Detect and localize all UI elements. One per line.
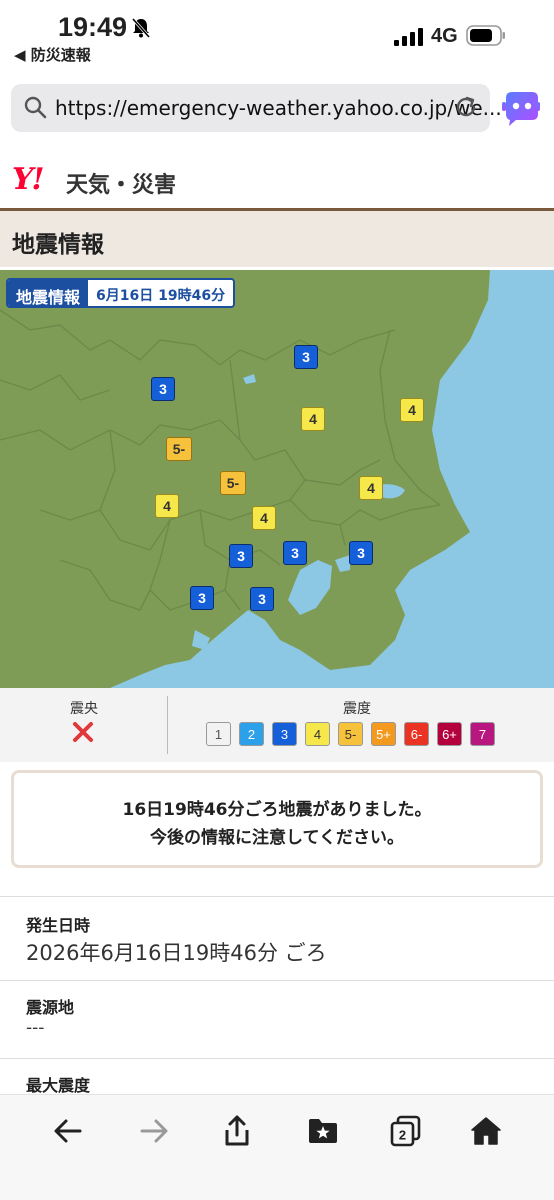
scale-box: 2 bbox=[239, 722, 264, 746]
intensity-marker[interactable]: 3 bbox=[349, 541, 373, 565]
back-arrow-icon[interactable] bbox=[50, 1113, 86, 1149]
map-background bbox=[0, 270, 554, 688]
scale-box: 5- bbox=[338, 722, 363, 746]
epicenter-value: --- bbox=[26, 1018, 45, 1038]
earthquake-map[interactable]: 地震情報 6月16日 19時46分 3 3 4 4 5- 5- 4 4 4 3 … bbox=[0, 270, 554, 688]
intensity-marker[interactable]: 4 bbox=[359, 476, 383, 500]
scale-box: 7 bbox=[470, 722, 495, 746]
search-icon bbox=[24, 96, 47, 119]
scale-box: 5+ bbox=[371, 722, 396, 746]
map-label: 地震情報 6月16日 19時46分 bbox=[6, 278, 236, 308]
epicenter-cross-icon bbox=[73, 722, 93, 742]
scale-box: 4 bbox=[305, 722, 330, 746]
mute-bell-icon bbox=[131, 18, 151, 38]
yahoo-logo[interactable]: Y! bbox=[12, 162, 45, 197]
detail-divider bbox=[0, 980, 554, 981]
forward-arrow-icon[interactable] bbox=[136, 1113, 172, 1149]
scale-box: 1 bbox=[206, 722, 231, 746]
notice-line-1: 16日19時46分ごろ地震がありました。 bbox=[122, 800, 432, 820]
site-title[interactable]: 天気・災害 bbox=[66, 167, 176, 199]
intensity-marker[interactable]: 3 bbox=[250, 587, 274, 611]
status-time: 19:49 bbox=[58, 12, 128, 42]
intensity-marker[interactable]: 4 bbox=[252, 506, 276, 530]
occurrence-time-value: 2026年6月16日19時46分 ごろ bbox=[26, 941, 327, 965]
site-header: Y! 天気・災害 bbox=[0, 150, 554, 208]
page-title-bar: 地震情報 bbox=[0, 211, 554, 267]
back-to-app-link[interactable]: ◀ 防災速報 bbox=[14, 44, 91, 65]
notice-line-2: 今後の情報に注意してください。 bbox=[150, 828, 404, 848]
page-title: 地震情報 bbox=[12, 232, 104, 258]
assistant-icon[interactable] bbox=[500, 88, 542, 128]
detail-divider bbox=[0, 896, 554, 897]
bookmarks-icon[interactable] bbox=[305, 1113, 341, 1149]
intensity-legend-title: 震度 bbox=[343, 701, 371, 717]
intensity-marker[interactable]: 4 bbox=[301, 407, 325, 431]
share-icon[interactable] bbox=[219, 1113, 255, 1149]
occurrence-time-label: 発生日時 bbox=[26, 916, 91, 935]
intensity-marker[interactable]: 3 bbox=[151, 377, 175, 401]
intensity-marker[interactable]: 5- bbox=[166, 437, 192, 461]
intensity-marker[interactable]: 4 bbox=[400, 398, 424, 422]
map-label-title: 地震情報 bbox=[8, 280, 89, 306]
address-bar[interactable]: https://emergency-weather.yahoo.co.jp/we… bbox=[11, 84, 502, 132]
home-icon[interactable] bbox=[468, 1113, 504, 1149]
tabs-count: 2 bbox=[399, 1128, 406, 1143]
scale-box: 6+ bbox=[437, 722, 462, 746]
detail-divider bbox=[0, 1058, 554, 1059]
epicenter-label: 震源地 bbox=[26, 998, 75, 1017]
status-bar: 19:49 ◀ 防災速報 4G bbox=[0, 0, 554, 66]
url-text[interactable]: https://emergency-weather.yahoo.co.jp/we… bbox=[55, 96, 502, 120]
intensity-marker[interactable]: 3 bbox=[190, 586, 214, 610]
earthquake-notice: 16日19時46分ごろ地震がありました。 今後の情報に注意してください。 bbox=[11, 770, 543, 868]
legend-divider bbox=[167, 696, 168, 754]
intensity-scale: 1 2 3 4 5- 5+ 6- 6+ 7 bbox=[206, 722, 495, 746]
battery-icon bbox=[466, 25, 505, 46]
signal-icon bbox=[394, 28, 423, 46]
intensity-marker[interactable]: 4 bbox=[155, 494, 179, 518]
map-legend: 震央 震度 1 2 3 4 5- 5+ 6- 6+ 7 bbox=[0, 688, 554, 762]
intensity-marker[interactable]: 3 bbox=[229, 544, 253, 568]
epicenter-legend-title: 震央 bbox=[70, 701, 98, 717]
tabs-icon[interactable]: 2 bbox=[388, 1113, 424, 1149]
network-type: 4G bbox=[431, 25, 458, 47]
scale-box: 3 bbox=[272, 722, 297, 746]
reload-icon[interactable] bbox=[453, 94, 479, 120]
intensity-marker[interactable]: 3 bbox=[294, 345, 318, 369]
map-label-datetime: 6月16日 19時46分 bbox=[96, 288, 226, 304]
scale-box: 6- bbox=[404, 722, 429, 746]
intensity-marker[interactable]: 3 bbox=[283, 541, 307, 565]
intensity-marker[interactable]: 5- bbox=[220, 471, 246, 495]
max-intensity-label: 最大震度 bbox=[26, 1076, 91, 1095]
browser-toolbar: 2 bbox=[0, 1094, 554, 1200]
